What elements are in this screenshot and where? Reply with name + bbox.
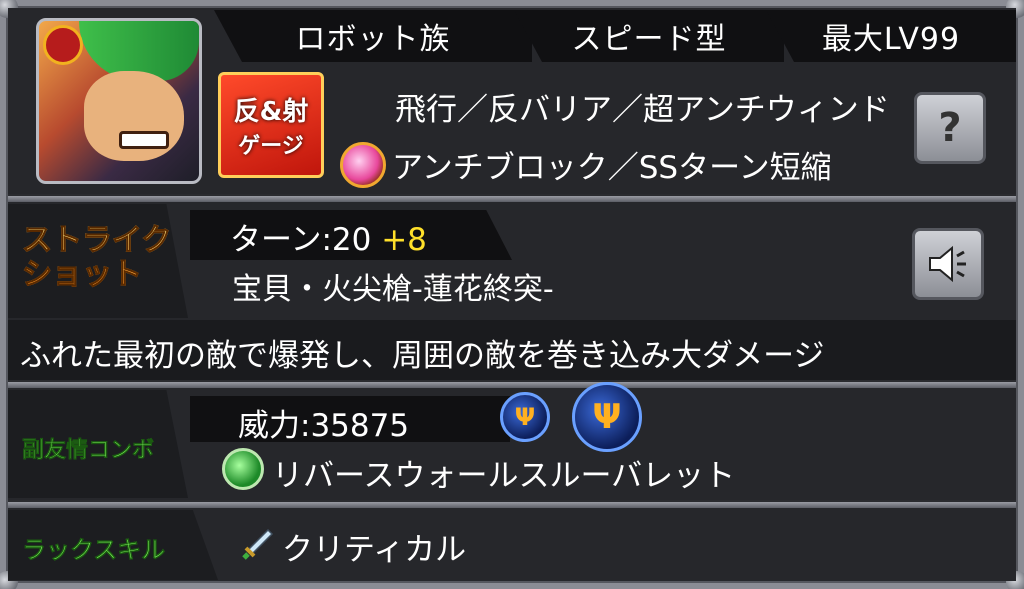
trident-orb-small-icon: Ψ — [500, 392, 550, 442]
speaker-icon — [929, 245, 966, 283]
luck-skill-name: クリティカル — [282, 532, 467, 568]
sub-combo-name: リバースウォールスルーバレット — [272, 458, 736, 494]
help-button[interactable]: ? — [914, 92, 986, 164]
abilities-line-1: 飛行／反バリア／超アンチウィンド — [395, 92, 890, 128]
strike-shot-label-block: ストライク ショット — [8, 204, 188, 318]
sub-combo-label: 副友情コンボ — [22, 438, 155, 464]
max-level-tab: 最大LV99 — [766, 10, 1016, 62]
reflect-gauge-icon: 反&射 ゲージ — [218, 72, 324, 178]
gem-ability-icon — [340, 142, 386, 188]
green-orb-icon — [222, 448, 264, 490]
turn-count: ターン:20 +8 — [230, 222, 427, 258]
question-icon: ? — [938, 105, 962, 151]
monster-portrait[interactable] — [36, 18, 202, 184]
tribe-tab: ロボット族 — [214, 10, 532, 62]
abilities-line-2: アンチブロック／SSターン短縮 — [392, 150, 832, 186]
strike-shot-name: 宝貝・火尖槍-蓮花終突- — [232, 272, 554, 307]
type-tab: スピード型 — [514, 10, 784, 62]
strike-shot-label: ストライク ショット — [21, 223, 172, 292]
element-badge-icon — [43, 25, 83, 65]
type-label: スピード型 — [571, 22, 727, 57]
sword-icon — [242, 528, 274, 560]
luck-skill-label-block: ラックスキル — [8, 510, 218, 580]
luck-skill-label: ラックスキル — [22, 536, 166, 565]
sub-combo-label-block: 副友情コンボ — [8, 390, 188, 498]
combo-power: 威力:35875 — [238, 408, 410, 444]
voice-button[interactable] — [912, 228, 984, 300]
turn-bonus: +8 — [381, 222, 427, 258]
strike-shot-description: ふれた最初の敵で爆発し、周囲の敵を巻き込み大ダメージ — [20, 338, 825, 374]
tribe-label: ロボット族 — [295, 22, 451, 57]
trident-orb-large-icon: Ψ — [572, 382, 642, 452]
max-level-label: 最大LV99 — [821, 22, 961, 57]
